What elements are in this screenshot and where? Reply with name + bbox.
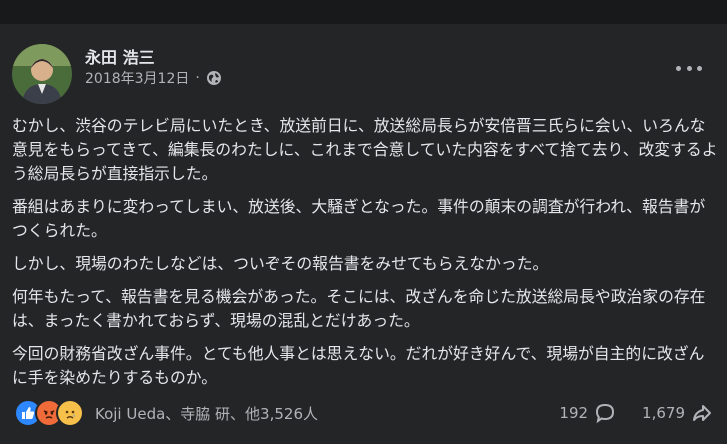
post-paragraph: しかし、現場のわたしなどは、ついぞその報告書をみせてもらえなかった。 xyxy=(12,254,549,273)
globe-icon[interactable] xyxy=(206,70,222,86)
post-paragraph: 今回の財務省改ざん事件。とても他人事とは思えない。だれが好き好んで、現場が自主的… xyxy=(12,344,705,387)
post-paragraph: 何年もたって、報告書を見る機会があった。そこには、改ざんを命じた放送総局長や政治… xyxy=(12,287,706,330)
author-name[interactable]: 永田 浩三 xyxy=(85,44,155,68)
avatar-image xyxy=(12,44,72,104)
post-body: むかし、渋谷のテレビ局にいたとき、放送前日に、放送総局長らが安倍晋三氏らに会い、… xyxy=(12,114,718,399)
avatar[interactable] xyxy=(12,44,72,104)
post-paragraph: 番組はあまりに変わってしまい、放送後、大騒ぎとなった。事件の顛末の調査が行われ、… xyxy=(12,197,706,240)
share-icon[interactable] xyxy=(691,402,713,424)
comment-icon[interactable] xyxy=(594,402,616,424)
top-band xyxy=(0,0,727,24)
more-dot-icon xyxy=(697,65,702,71)
more-dot-icon xyxy=(686,65,692,71)
sad-icon xyxy=(56,399,84,427)
reaction-names[interactable]: Koji Ueda、寺脇 研、他3,526人 xyxy=(95,403,318,424)
share-count[interactable]: 1,679 xyxy=(642,404,685,422)
meta-separator: · xyxy=(195,70,200,86)
post-stats: 192 1,679 xyxy=(559,402,713,424)
reactions-summary[interactable]: Koji Ueda、寺脇 研、他3,526人 xyxy=(14,399,318,427)
more-options-button[interactable] xyxy=(676,58,702,78)
more-dot-icon xyxy=(676,65,681,71)
post-date[interactable]: 2018年3月12日 xyxy=(85,68,189,88)
post-meta: 2018年3月12日 · xyxy=(85,68,222,88)
post-paragraph: むかし、渋谷のテレビ局にいたとき、放送前日に、放送総局長らが安倍晋三氏らに会い、… xyxy=(12,116,718,183)
comment-count[interactable]: 192 xyxy=(559,404,588,422)
